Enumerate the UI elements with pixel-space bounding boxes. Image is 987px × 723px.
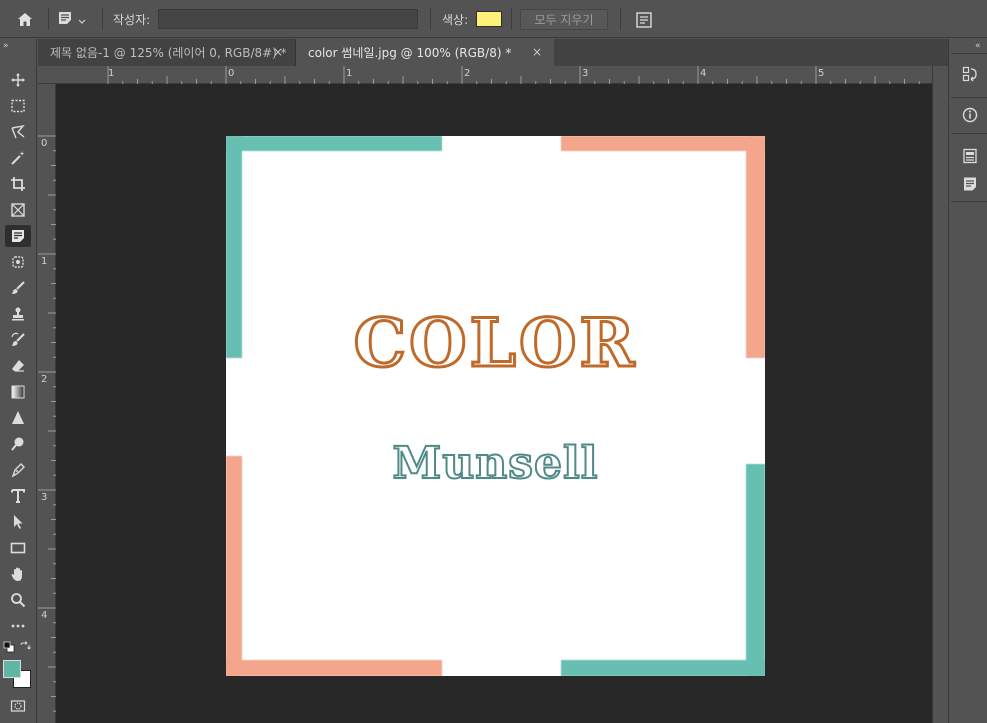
info-panel-icon[interactable] [961, 106, 979, 124]
properties-panel-icon[interactable] [961, 147, 979, 165]
swap-colors-icon[interactable] [18, 640, 32, 654]
canvas-title: COLOR [352, 303, 638, 384]
close-icon[interactable]: × [532, 45, 542, 59]
ruler-label: 3 [41, 492, 48, 503]
divider [430, 8, 431, 30]
teal-corner-bottom-right-v [746, 464, 765, 676]
brush-tool-icon[interactable] [5, 277, 31, 299]
quick-mask-icon[interactable] [5, 695, 31, 717]
divider [620, 8, 621, 30]
horizontal-ruler[interactable]: 1 0 1 2 3 4 5 [38, 66, 932, 84]
color-label: 색상: [442, 13, 469, 27]
history-brush-icon[interactable] [5, 329, 31, 351]
note-icon [58, 10, 72, 29]
document-canvas[interactable]: COLOR Munsell [226, 136, 765, 676]
history-panel-icon[interactable] [961, 65, 979, 83]
ruler-label: 2 [464, 68, 471, 79]
tools-panel: » [0, 39, 37, 723]
author-label: 작성자: [113, 13, 151, 27]
salmon-corner-bottom-left-v [226, 456, 242, 676]
teal-corner-top-left-h [226, 136, 442, 151]
ruler-label: 1 [41, 256, 48, 267]
marquee-tool-icon[interactable] [5, 95, 31, 117]
move-tool-icon[interactable] [5, 69, 31, 91]
notes-panel-icon[interactable] [961, 175, 979, 193]
ruler-label: 4 [700, 68, 707, 79]
document-tabs: 제목 없음-1 @ 125% (레이어 0, RGB/8#) * × color… [38, 39, 948, 66]
path-selection-icon[interactable] [5, 511, 31, 533]
divider [951, 97, 987, 98]
ruler-label: 0 [228, 68, 235, 79]
ruler-label: 0 [41, 138, 48, 149]
type-tool-icon[interactable] [5, 485, 31, 507]
note-tool-icon[interactable] [5, 225, 31, 247]
vertical-ruler[interactable]: 0 1 2 3 4 [38, 84, 56, 723]
gradient-tool-icon[interactable] [5, 381, 31, 403]
blur-tool-icon[interactable] [5, 407, 31, 429]
divider [511, 8, 512, 30]
home-icon[interactable] [10, 8, 40, 30]
ruler-label: 1 [346, 68, 353, 79]
notes-panel-icon[interactable] [633, 9, 655, 31]
ruler-label: 4 [41, 610, 48, 621]
collapse-panel-icon[interactable]: » [3, 41, 9, 51]
ruler-label: 5 [818, 68, 825, 79]
more-tools-icon[interactable] [5, 615, 31, 637]
dodge-tool-icon[interactable] [5, 433, 31, 455]
ruler-label: 1 [108, 68, 115, 79]
note-color-swatch[interactable] [476, 11, 502, 27]
default-colors-icon[interactable] [2, 640, 16, 654]
photoshop-window: 작성자: 색상: 모두 지우기 » 제목 없음-1 @ 125% (레이어 0,… [0, 0, 987, 723]
expand-panels-icon[interactable]: « [975, 41, 981, 51]
tab-untitled-1[interactable]: 제목 없음-1 @ 125% (레이어 0, RGB/8#) * × [38, 39, 296, 66]
salmon-corner-bottom-left-h [226, 660, 442, 676]
divider [951, 201, 987, 202]
close-icon[interactable]: × [273, 45, 283, 59]
pen-tool-icon[interactable] [5, 459, 31, 481]
hand-tool-icon[interactable] [5, 563, 31, 585]
foreground-color-swatch[interactable] [3, 660, 21, 678]
canvas-subtitle: Munsell [392, 437, 599, 490]
tab-label: 제목 없음-1 @ 125% (레이어 0, RGB/8#) * [50, 46, 287, 60]
clear-all-button[interactable]: 모두 지우기 [520, 9, 608, 30]
magic-wand-icon[interactable] [5, 147, 31, 169]
zoom-tool-icon[interactable] [5, 589, 31, 611]
ruler-label: 2 [41, 374, 48, 385]
author-input[interactable] [158, 9, 418, 29]
lasso-tool-icon[interactable] [5, 121, 31, 143]
tab-color-thumbnail[interactable]: color 썸네일.jpg @ 100% (RGB/8) * × [296, 39, 554, 66]
ruler-label: 3 [582, 68, 589, 79]
frame-tool-icon[interactable] [5, 199, 31, 221]
chevron-down-icon [78, 10, 86, 29]
teal-corner-bottom-right-h [561, 660, 765, 676]
divider [102, 8, 103, 30]
collapsed-panels: « [948, 39, 987, 723]
divider [48, 8, 49, 30]
tool-preset-picker[interactable] [58, 8, 98, 30]
patch-tool-icon[interactable] [5, 251, 31, 273]
divider [951, 53, 987, 54]
divider [951, 133, 987, 134]
stamp-tool-icon[interactable] [5, 303, 31, 325]
options-bar: 작성자: 색상: 모두 지우기 [0, 0, 987, 38]
salmon-corner-top-right-h [561, 136, 765, 151]
crop-tool-icon[interactable] [5, 173, 31, 195]
eraser-tool-icon[interactable] [5, 355, 31, 377]
rectangle-tool-icon[interactable] [5, 537, 31, 559]
vertical-scrollbar[interactable] [932, 66, 948, 723]
tab-label: color 썸네일.jpg @ 100% (RGB/8) * [308, 46, 512, 60]
